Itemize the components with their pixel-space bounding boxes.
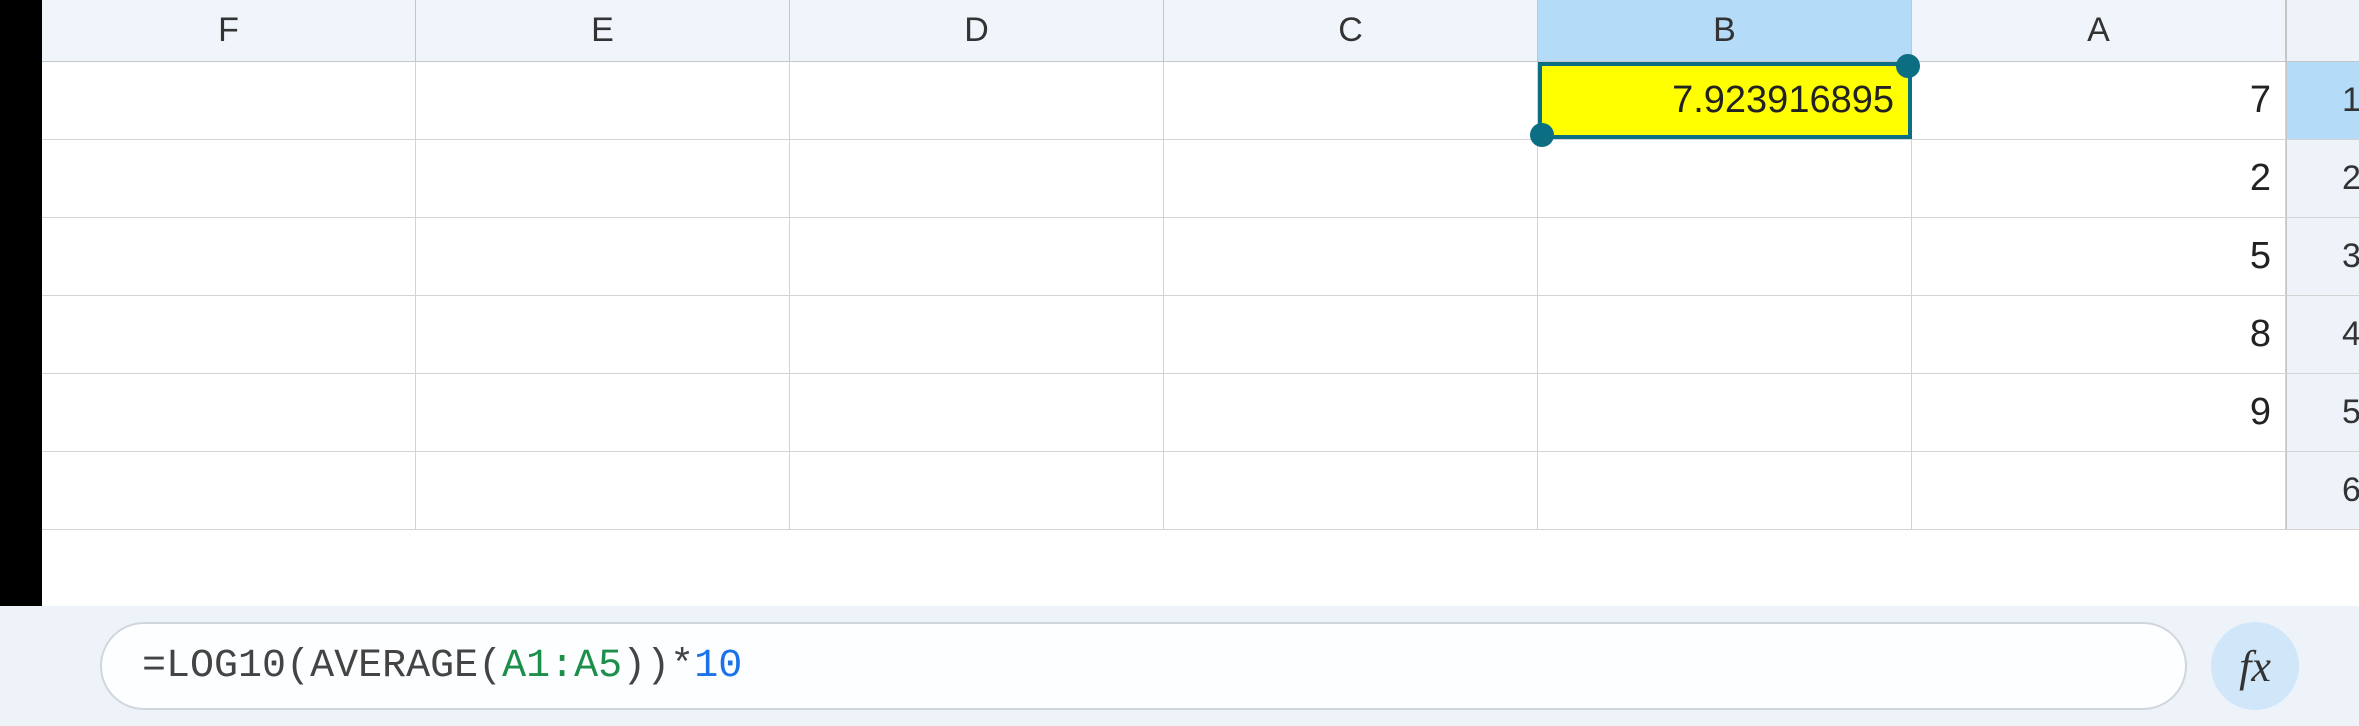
cell-B5[interactable]	[1538, 374, 1912, 451]
grid-row-4: 8 4	[42, 296, 2359, 374]
row-header-5[interactable]: 5	[2286, 374, 2359, 451]
col-header-C[interactable]: C	[1164, 0, 1538, 61]
cell-C1[interactable]	[1164, 62, 1538, 139]
formula-fn-average: AVERAGE	[310, 644, 478, 689]
cell-D5[interactable]	[790, 374, 1164, 451]
fx-icon: fx	[2239, 641, 2271, 692]
fx-button[interactable]: fx	[2211, 622, 2299, 710]
cell-C6[interactable]	[1164, 452, 1538, 529]
formula-equals: =	[142, 644, 166, 689]
cell-F2[interactable]	[42, 140, 416, 217]
cell-A6[interactable]	[1912, 452, 2286, 529]
cell-D6[interactable]	[790, 452, 1164, 529]
row-header-2[interactable]: 2	[2286, 140, 2359, 217]
formula-paren-close1: )	[646, 644, 670, 689]
cell-A4[interactable]: 8	[1912, 296, 2286, 373]
cell-D2[interactable]	[790, 140, 1164, 217]
cell-A2[interactable]: 2	[1912, 140, 2286, 217]
cell-E6[interactable]	[416, 452, 790, 529]
cell-B4[interactable]	[1538, 296, 1912, 373]
cell-F3[interactable]	[42, 218, 416, 295]
cell-B2[interactable]	[1538, 140, 1912, 217]
col-header-B[interactable]: B	[1538, 0, 1912, 61]
formula-paren-open2: (	[478, 644, 502, 689]
formula-bar-container: = LOG10 ( AVERAGE ( A1:A5 ) ) * 10 fx	[0, 606, 2359, 726]
cell-E3[interactable]	[416, 218, 790, 295]
grid-body: 7.923916895 7 1 2 2	[42, 62, 2359, 606]
formula-bar[interactable]: = LOG10 ( AVERAGE ( A1:A5 ) ) * 10	[100, 622, 2187, 710]
cell-C4[interactable]	[1164, 296, 1538, 373]
cell-D1[interactable]	[790, 62, 1164, 139]
row-header-4[interactable]: 4	[2286, 296, 2359, 373]
cell-value: 7.923916895	[1672, 79, 1894, 122]
cell-E4[interactable]	[416, 296, 790, 373]
column-header-row: F E D C B A	[42, 0, 2359, 62]
cell-F1[interactable]	[42, 62, 416, 139]
cell-B6[interactable]	[1538, 452, 1912, 529]
cell-E2[interactable]	[416, 140, 790, 217]
formula-paren-open1: (	[286, 644, 310, 689]
formula-operator: *	[670, 644, 694, 689]
row-header-1[interactable]: 1	[2286, 62, 2359, 139]
left-gutter	[0, 0, 42, 606]
row-header-3[interactable]: 3	[2286, 218, 2359, 295]
formula-paren-close2: )	[622, 644, 646, 689]
cell-F5[interactable]	[42, 374, 416, 451]
grid-row-3: 5 3	[42, 218, 2359, 296]
col-header-F[interactable]: F	[42, 0, 416, 61]
formula-range: A1:A5	[502, 644, 622, 689]
cell-A3[interactable]: 5	[1912, 218, 2286, 295]
cell-C2[interactable]	[1164, 140, 1538, 217]
grid-container: F E D C B A 7.923916895 7 1	[42, 0, 2359, 606]
cell-C5[interactable]	[1164, 374, 1538, 451]
grid-row-6: 6	[42, 452, 2359, 530]
spreadsheet-area: F E D C B A 7.923916895 7 1	[0, 0, 2359, 606]
selection-handle-bottom-left[interactable]	[1530, 123, 1554, 147]
cell-F4[interactable]	[42, 296, 416, 373]
cell-A1[interactable]: 7	[1912, 62, 2286, 139]
corner-blank	[2286, 0, 2359, 61]
col-header-D[interactable]: D	[790, 0, 1164, 61]
cell-E1[interactable]	[416, 62, 790, 139]
col-header-E[interactable]: E	[416, 0, 790, 61]
cell-D4[interactable]	[790, 296, 1164, 373]
cell-B1[interactable]: 7.923916895	[1538, 62, 1912, 139]
cell-A5[interactable]: 9	[1912, 374, 2286, 451]
grid-row-5: 9 5	[42, 374, 2359, 452]
cell-C3[interactable]	[1164, 218, 1538, 295]
formula-number: 10	[694, 644, 742, 689]
grid-row-2: 2 2	[42, 140, 2359, 218]
cell-E5[interactable]	[416, 374, 790, 451]
selection-handle-top-right[interactable]	[1896, 54, 1920, 78]
cell-B3[interactable]	[1538, 218, 1912, 295]
row-header-6[interactable]: 6	[2286, 452, 2359, 529]
formula-fn-log10: LOG10	[166, 644, 286, 689]
grid-row-1: 7.923916895 7 1	[42, 62, 2359, 140]
cell-F6[interactable]	[42, 452, 416, 529]
col-header-A[interactable]: A	[1912, 0, 2286, 61]
cell-D3[interactable]	[790, 218, 1164, 295]
